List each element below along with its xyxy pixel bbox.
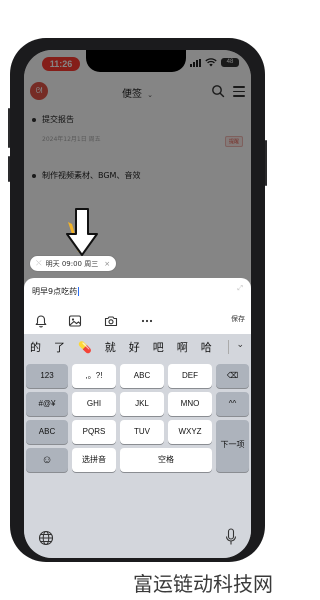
arrow-down-icon — [66, 208, 98, 256]
key-punctuation[interactable]: ,。?! — [72, 364, 116, 388]
key-pinyin[interactable]: 选拼音 — [72, 448, 116, 472]
watermark-text: 富运链动科技网 — [133, 572, 273, 596]
candidate-item[interactable]: 啊 — [177, 339, 188, 355]
key-jkl[interactable]: JKL — [120, 392, 164, 416]
candidate-item[interactable]: 了 — [54, 339, 65, 355]
candidate-bar: 的 了 💊 就 好 吧 啊 哈 — [24, 334, 251, 360]
bell-icon[interactable] — [34, 314, 48, 328]
next-key[interactable]: 下一项 — [216, 420, 249, 472]
key-wxyz[interactable]: WXYZ — [168, 420, 212, 444]
globe-icon[interactable] — [38, 530, 54, 546]
key-mno[interactable]: MNO — [168, 392, 212, 416]
keyboard: 的 了 💊 就 好 吧 啊 哈 ⌄ 123 ,。?! ABC DEF ⌫ #@¥… — [24, 334, 251, 558]
emoji-key[interactable]: ☺ — [26, 448, 68, 472]
candidate-item[interactable]: 的 — [30, 339, 41, 355]
reminder-chip-label: 明天 09:00 周三 — [45, 259, 99, 268]
key-abc[interactable]: ABC — [120, 364, 164, 388]
microphone-icon[interactable] — [225, 528, 237, 546]
expand-icon[interactable]: ⤢ — [237, 284, 243, 293]
volume-button — [8, 122, 10, 148]
volume-button — [8, 156, 10, 182]
key-emoticon[interactable]: ^^ — [216, 392, 249, 416]
text-cursor — [78, 287, 80, 296]
side-button — [265, 140, 267, 186]
candidate-item[interactable]: 哈 — [201, 339, 212, 355]
phone-notch — [86, 50, 186, 72]
key-123[interactable]: 123 — [26, 364, 68, 388]
candidate-divider — [228, 340, 229, 354]
backspace-key[interactable]: ⌫ — [216, 364, 249, 388]
candidate-item[interactable]: 好 — [129, 339, 140, 355]
camera-icon[interactable] — [104, 314, 118, 328]
note-input[interactable]: 明早9点吃药 — [32, 286, 80, 297]
watermark-strip: 富运链动科技网 — [0, 562, 275, 600]
save-button[interactable]: 保存 — [231, 314, 245, 324]
space-key[interactable]: 空格 — [120, 448, 212, 472]
note-input-text: 明早9点吃药 — [32, 287, 78, 296]
key-def[interactable]: DEF — [168, 364, 212, 388]
phone-screen: 11:26 48 ᘛ 便签 ⌄ 提交报告 2024年12月1日 周五 提醒 制作… — [24, 50, 251, 558]
key-ghi[interactable]: GHI — [72, 392, 116, 416]
alarm-off-icon: ⤬ — [36, 259, 42, 267]
chevron-down-icon[interactable]: ⌄ — [236, 340, 244, 350]
close-icon[interactable]: × — [104, 260, 110, 268]
composer-toolbar: 保存 — [24, 310, 251, 332]
note-composer: 明早9点吃药 ⤢ 保存 — [24, 278, 251, 334]
candidate-item[interactable]: 💊 — [78, 341, 92, 354]
image-icon[interactable] — [68, 314, 82, 328]
key-pqrs[interactable]: PQRS — [72, 420, 116, 444]
candidate-item[interactable]: 吧 — [153, 339, 164, 355]
candidate-item[interactable]: 就 — [105, 339, 116, 355]
key-abc-mode[interactable]: ABC — [26, 420, 68, 444]
more-icon[interactable] — [140, 314, 154, 328]
key-symbols[interactable]: #@¥ — [26, 392, 68, 416]
key-tuv[interactable]: TUV — [120, 420, 164, 444]
